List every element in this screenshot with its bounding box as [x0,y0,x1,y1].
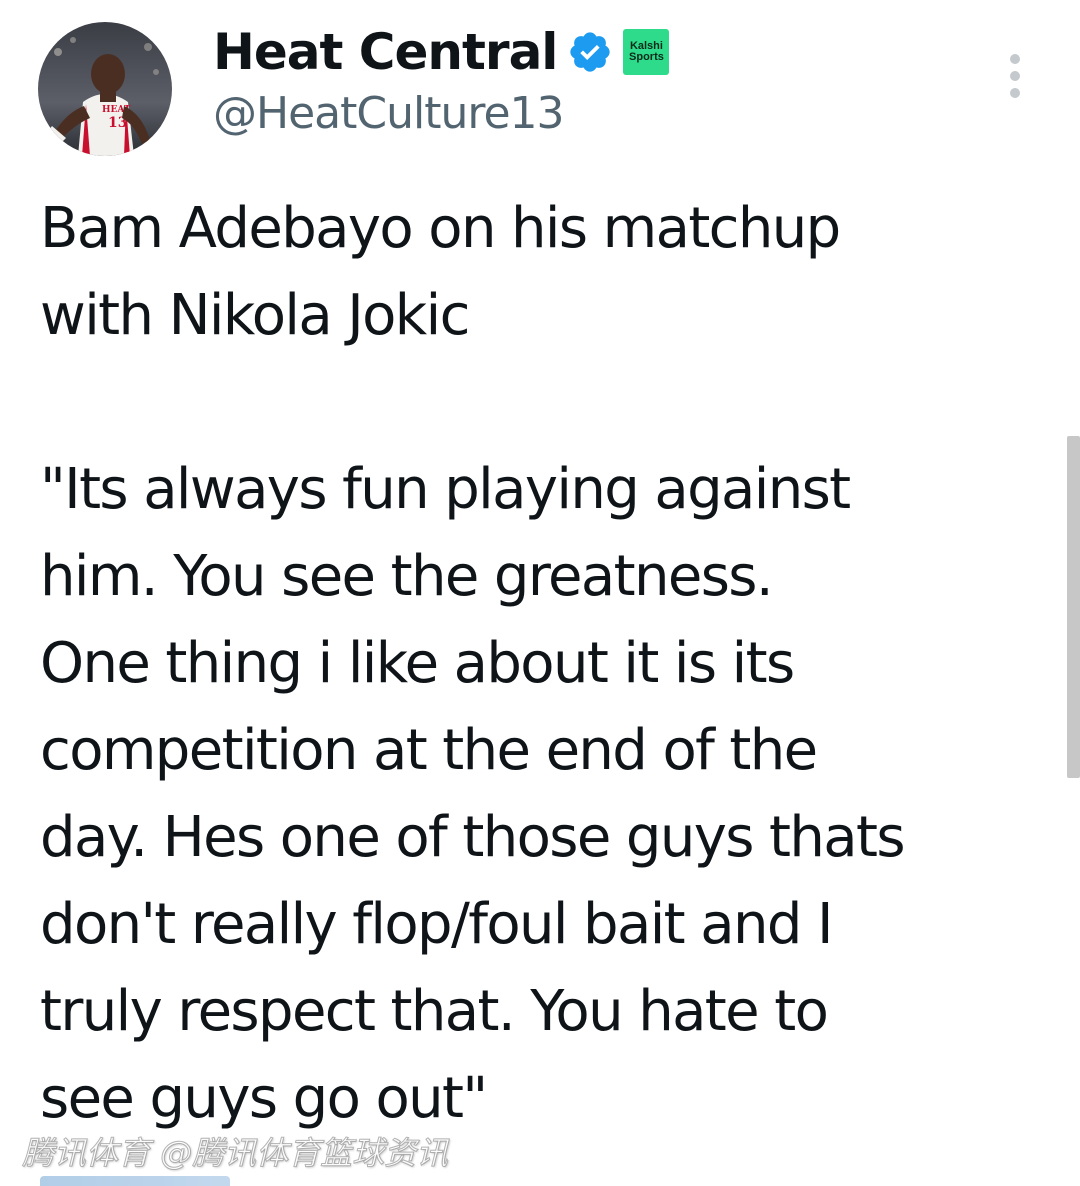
more-vertical-icon-dot [1010,71,1020,81]
author-display-name[interactable]: Heat Central [213,23,558,81]
scrollbar[interactable] [1067,436,1080,778]
author-handle[interactable]: @HeatCulture13 [213,88,565,139]
tweet-text: Bam Adebayo on his matchup with Nikola J… [40,196,906,1131]
more-vertical-icon-dot [1010,88,1020,98]
author-avatar[interactable]: 13 HEAT [38,22,172,156]
affiliate-badge[interactable]: Kalshi Sports [623,29,670,75]
watermark: 腾讯体育 @腾讯体育篮球资讯 [21,1134,449,1173]
author-name-row[interactable]: Heat Central Kalshi Sports [213,20,670,84]
affiliate-badge-line2: Sports [629,51,664,63]
more-vertical-icon [1010,54,1020,64]
cropped-content-hint [40,1176,230,1186]
more-options-button[interactable] [996,50,1034,102]
verified-check-icon [570,32,611,72]
